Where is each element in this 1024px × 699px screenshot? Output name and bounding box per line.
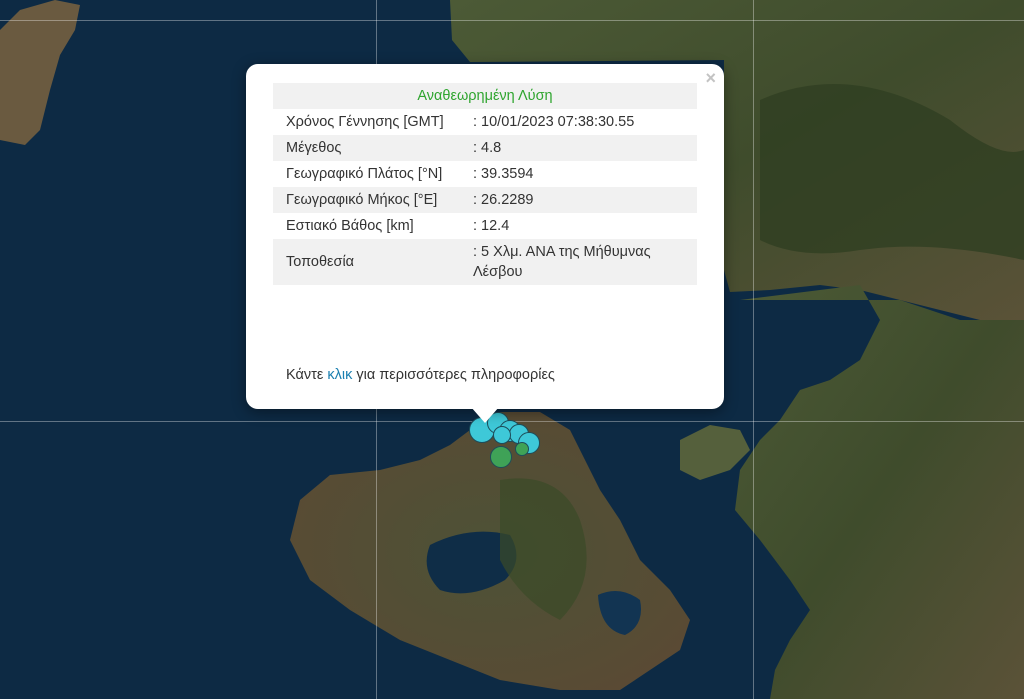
- close-icon[interactable]: ×: [705, 68, 716, 88]
- table-row: Εστιακό Βάθος [km] : 12.4: [273, 213, 697, 239]
- row-value: : 12.4: [473, 218, 510, 234]
- popup-title: Αναθεωρημένη Λύση: [417, 88, 553, 104]
- earthquake-marker[interactable]: [490, 446, 512, 468]
- earthquake-details-table: Αναθεωρημένη Λύση Χρόνος Γέννησης [GMT] …: [273, 83, 697, 285]
- row-value: : 4.8: [473, 140, 502, 156]
- row-value: : 26.2289: [473, 192, 534, 208]
- table-row: Χρόνος Γέννησης [GMT] : 10/01/2023 07:38…: [273, 109, 697, 135]
- earthquake-marker[interactable]: [515, 442, 529, 456]
- mainland-east: [735, 285, 1024, 699]
- row-label: Γεωγραφικό Μήκος [°E]: [286, 192, 438, 208]
- row-value: : 5 Χλμ. ΑΝΑ της Μήθυμνας Λέσβου: [473, 244, 651, 280]
- row-label: Μέγεθος: [286, 140, 342, 156]
- table-row: Τοποθεσία : 5 Χλμ. ΑΝΑ της Μήθυμνας Λέσβ…: [273, 239, 697, 285]
- table-row: Αναθεωρημένη Λύση: [273, 83, 697, 109]
- table-row: Γεωγραφικό Πλάτος [°N] : 39.3594: [273, 161, 697, 187]
- more-info-link[interactable]: κλικ: [327, 367, 352, 383]
- earthquake-marker[interactable]: [493, 426, 511, 444]
- row-value: : 39.3594: [473, 166, 534, 182]
- island-northwest: [0, 0, 80, 145]
- row-label: Χρόνος Γέννησης [GMT]: [286, 114, 444, 130]
- table-row: Γεωγραφικό Μήκος [°E] : 26.2289: [273, 187, 697, 213]
- satellite-map[interactable]: × Αναθεωρημένη Λύση Χρόνος Γέννησης [GMT…: [0, 0, 1024, 699]
- row-label: Εστιακό Βάθος [km]: [286, 218, 414, 234]
- more-info-suffix: για περισσότερες πληροφορίες: [356, 367, 555, 383]
- more-info-text: Κάντε κλικ για περισσότερες πληροφορίες: [286, 367, 555, 383]
- more-info-prefix: Κάντε: [286, 367, 324, 383]
- graticule-line: [753, 0, 754, 699]
- row-label: Τοποθεσία: [286, 254, 355, 270]
- popup-pointer: [471, 407, 499, 423]
- peninsula-east: [680, 425, 750, 480]
- graticule-line: [0, 20, 1024, 21]
- earthquake-info-popup: × Αναθεωρημένη Λύση Χρόνος Γέννησης [GMT…: [246, 64, 724, 409]
- row-value: : 10/01/2023 07:38:30.55: [473, 114, 635, 130]
- row-label: Γεωγραφικό Πλάτος [°N]: [286, 166, 443, 182]
- table-row: Μέγεθος : 4.8: [273, 135, 697, 161]
